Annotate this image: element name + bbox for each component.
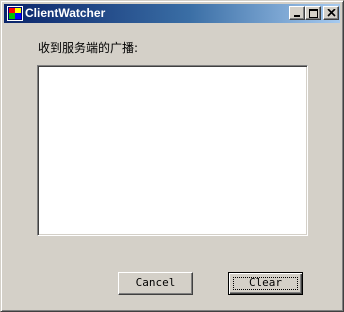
broadcast-textbox[interactable] xyxy=(37,65,308,236)
window-title: ClientWatcher xyxy=(25,6,106,20)
cancel-button[interactable]: Cancel xyxy=(118,272,193,295)
maximize-button[interactable] xyxy=(305,6,321,20)
close-button[interactable] xyxy=(323,6,339,20)
broadcast-label: 收到服务端的广播: xyxy=(38,41,139,55)
client-watcher-window: ClientWatcher 收到服务端的广播: Cancel Clear xyxy=(0,0,344,312)
close-icon xyxy=(327,9,336,17)
title-bar[interactable]: ClientWatcher xyxy=(4,4,340,23)
cancel-button-label: Cancel xyxy=(135,276,176,289)
clear-button[interactable]: Clear xyxy=(228,272,303,295)
minimize-icon xyxy=(294,15,300,17)
minimize-button[interactable] xyxy=(289,6,305,20)
maximize-icon xyxy=(309,9,318,18)
app-icon[interactable] xyxy=(7,6,23,21)
clear-button-label: Clear xyxy=(248,276,283,289)
